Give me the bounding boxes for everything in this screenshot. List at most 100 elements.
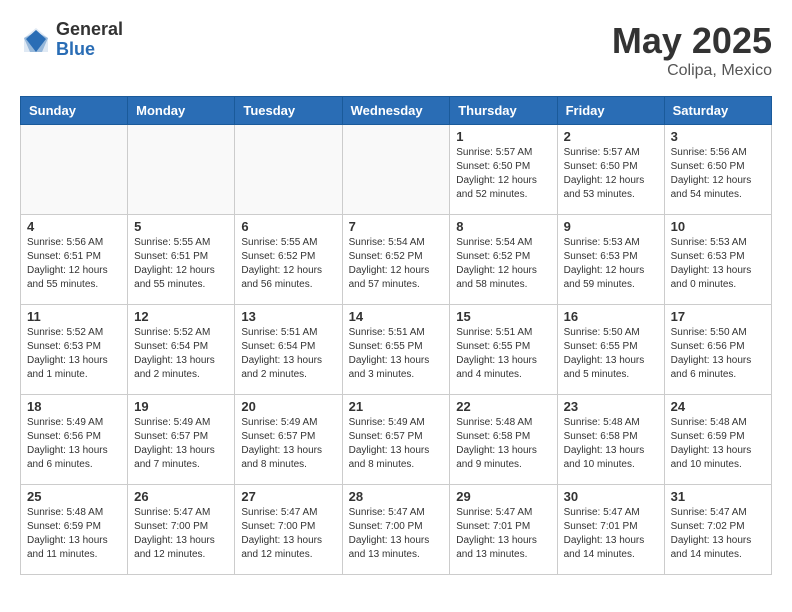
- calendar-week-2: 4 Sunrise: 5:56 AM Sunset: 6:51 PM Daylig…: [21, 215, 772, 305]
- day-number: 18: [27, 399, 121, 414]
- day-info: Sunrise: 5:52 AM Sunset: 6:54 PM Dayligh…: [134, 326, 228, 382]
- day-number: 17: [671, 309, 765, 324]
- calendar-day: 21Sunrise: 5:49 AM Sunset: 6:57 PM Dayli…: [342, 395, 450, 485]
- day-number: 2: [564, 129, 658, 144]
- day-number: 4: [27, 219, 121, 234]
- day-number: 20: [241, 399, 335, 414]
- day-info: Sunrise: 5:50 AM Sunset: 6:55 PM Dayligh…: [564, 326, 658, 382]
- day-info: Sunrise: 5:49 AM Sunset: 6:57 PM Dayligh…: [349, 416, 444, 472]
- calendar-day: 10 Sunrise: 5:53 AM Sunset: 6:53 PM Dayli…: [664, 215, 771, 305]
- day-info: Sunrise: 5:54 AM Sunset: 6:52 PM Dayligh…: [456, 236, 550, 292]
- day-number: 25: [27, 489, 121, 504]
- calendar-week-3: 11Sunrise: 5:52 AM Sunset: 6:53 PM Dayli…: [21, 305, 772, 395]
- day-info: Sunrise: 5:53 AM Sunset: 6:53 PM Dayligh…: [564, 236, 658, 292]
- day-info: Sunrise: 5:49 AM Sunset: 6:56 PM Dayligh…: [27, 416, 121, 472]
- calendar-day: 23Sunrise: 5:48 AM Sunset: 6:58 PM Dayli…: [557, 395, 664, 485]
- day-info: Sunrise: 5:57 AM Sunset: 6:50 PM Dayligh…: [456, 146, 550, 202]
- day-number: 11: [27, 309, 121, 324]
- day-info: Sunrise: 5:53 AM Sunset: 6:53 PM Dayligh…: [671, 236, 765, 292]
- day-info: Sunrise: 5:56 AM Sunset: 6:51 PM Dayligh…: [27, 236, 121, 292]
- calendar-day: 30Sunrise: 5:47 AM Sunset: 7:01 PM Dayli…: [557, 485, 664, 575]
- day-info: Sunrise: 5:55 AM Sunset: 6:52 PM Dayligh…: [241, 236, 335, 292]
- day-number: 22: [456, 399, 550, 414]
- calendar-day: 6 Sunrise: 5:55 AM Sunset: 6:52 PM Daylig…: [235, 215, 342, 305]
- day-info: Sunrise: 5:55 AM Sunset: 6:51 PM Dayligh…: [134, 236, 228, 292]
- weekday-header-thursday: Thursday: [450, 97, 557, 125]
- calendar-day: [235, 125, 342, 215]
- location-text: Colipa, Mexico: [612, 62, 772, 80]
- day-number: 13: [241, 309, 335, 324]
- calendar-day: [128, 125, 235, 215]
- calendar-day: 28 Sunrise: 5:47 AM Sunset: 7:00 PM Dayli…: [342, 485, 450, 575]
- calendar-day: 24 Sunrise: 5:48 AM Sunset: 6:59 PM Dayli…: [664, 395, 771, 485]
- calendar-week-4: 18 Sunrise: 5:49 AM Sunset: 6:56 PM Dayli…: [21, 395, 772, 485]
- day-number: 6: [241, 219, 335, 234]
- calendar-day: 15Sunrise: 5:51 AM Sunset: 6:55 PM Dayli…: [450, 305, 557, 395]
- calendar-day: 17 Sunrise: 5:50 AM Sunset: 6:56 PM Dayli…: [664, 305, 771, 395]
- day-info: Sunrise: 5:47 AM Sunset: 7:02 PM Dayligh…: [671, 506, 765, 562]
- calendar-day: 29 Sunrise: 5:47 AM Sunset: 7:01 PM Dayli…: [450, 485, 557, 575]
- calendar-day: [342, 125, 450, 215]
- day-number: 14: [349, 309, 444, 324]
- calendar-day: 11Sunrise: 5:52 AM Sunset: 6:53 PM Dayli…: [21, 305, 128, 395]
- day-number: 23: [564, 399, 658, 414]
- weekday-header-friday: Friday: [557, 97, 664, 125]
- day-info: Sunrise: 5:47 AM Sunset: 7:00 PM Dayligh…: [349, 506, 444, 562]
- day-number: 27: [241, 489, 335, 504]
- calendar-week-1: 1Sunrise: 5:57 AM Sunset: 6:50 PM Daylig…: [21, 125, 772, 215]
- weekday-header-wednesday: Wednesday: [342, 97, 450, 125]
- day-info: Sunrise: 5:47 AM Sunset: 7:00 PM Dayligh…: [241, 506, 335, 562]
- calendar-day: 26 Sunrise: 5:47 AM Sunset: 7:00 PM Dayli…: [128, 485, 235, 575]
- day-info: Sunrise: 5:47 AM Sunset: 7:01 PM Dayligh…: [456, 506, 550, 562]
- logo-icon: [20, 24, 52, 56]
- day-info: Sunrise: 5:54 AM Sunset: 6:52 PM Dayligh…: [349, 236, 444, 292]
- day-info: Sunrise: 5:48 AM Sunset: 6:58 PM Dayligh…: [456, 416, 550, 472]
- day-info: Sunrise: 5:57 AM Sunset: 6:50 PM Dayligh…: [564, 146, 658, 202]
- day-number: 3: [671, 129, 765, 144]
- day-info: Sunrise: 5:51 AM Sunset: 6:54 PM Dayligh…: [241, 326, 335, 382]
- day-number: 15: [456, 309, 550, 324]
- calendar-day: 9 Sunrise: 5:53 AM Sunset: 6:53 PM Daylig…: [557, 215, 664, 305]
- page-header: General Blue May 2025 Colipa, Mexico: [20, 20, 772, 80]
- calendar-day: 3 Sunrise: 5:56 AM Sunset: 6:50 PM Daylig…: [664, 125, 771, 215]
- calendar-day: 5Sunrise: 5:55 AM Sunset: 6:51 PM Daylig…: [128, 215, 235, 305]
- calendar-day: 22 Sunrise: 5:48 AM Sunset: 6:58 PM Dayli…: [450, 395, 557, 485]
- day-number: 30: [564, 489, 658, 504]
- day-number: 10: [671, 219, 765, 234]
- day-info: Sunrise: 5:48 AM Sunset: 6:59 PM Dayligh…: [671, 416, 765, 472]
- logo-text: General Blue: [56, 20, 123, 60]
- calendar-day: 8 Sunrise: 5:54 AM Sunset: 6:52 PM Daylig…: [450, 215, 557, 305]
- day-info: Sunrise: 5:48 AM Sunset: 6:59 PM Dayligh…: [27, 506, 121, 562]
- calendar-day: 16 Sunrise: 5:50 AM Sunset: 6:55 PM Dayli…: [557, 305, 664, 395]
- day-number: 16: [564, 309, 658, 324]
- weekday-header-row: SundayMondayTuesdayWednesdayThursdayFrid…: [21, 97, 772, 125]
- day-number: 29: [456, 489, 550, 504]
- logo-blue-text: Blue: [56, 40, 123, 60]
- day-number: 24: [671, 399, 765, 414]
- calendar-day: 18 Sunrise: 5:49 AM Sunset: 6:56 PM Dayli…: [21, 395, 128, 485]
- title-block: May 2025 Colipa, Mexico: [612, 20, 772, 80]
- day-number: 19: [134, 399, 228, 414]
- day-number: 26: [134, 489, 228, 504]
- day-info: Sunrise: 5:49 AM Sunset: 6:57 PM Dayligh…: [241, 416, 335, 472]
- day-number: 8: [456, 219, 550, 234]
- calendar-day: 19 Sunrise: 5:49 AM Sunset: 6:57 PM Dayli…: [128, 395, 235, 485]
- calendar-week-5: 25 Sunrise: 5:48 AM Sunset: 6:59 PM Dayli…: [21, 485, 772, 575]
- day-number: 31: [671, 489, 765, 504]
- day-info: Sunrise: 5:47 AM Sunset: 7:00 PM Dayligh…: [134, 506, 228, 562]
- weekday-header-tuesday: Tuesday: [235, 97, 342, 125]
- day-info: Sunrise: 5:49 AM Sunset: 6:57 PM Dayligh…: [134, 416, 228, 472]
- calendar-day: 4 Sunrise: 5:56 AM Sunset: 6:51 PM Daylig…: [21, 215, 128, 305]
- day-info: Sunrise: 5:50 AM Sunset: 6:56 PM Dayligh…: [671, 326, 765, 382]
- weekday-header-monday: Monday: [128, 97, 235, 125]
- logo-general-text: General: [56, 20, 123, 40]
- day-info: Sunrise: 5:56 AM Sunset: 6:50 PM Dayligh…: [671, 146, 765, 202]
- day-number: 7: [349, 219, 444, 234]
- calendar-day: 1Sunrise: 5:57 AM Sunset: 6:50 PM Daylig…: [450, 125, 557, 215]
- day-number: 28: [349, 489, 444, 504]
- calendar-day: 13 Sunrise: 5:51 AM Sunset: 6:54 PM Dayli…: [235, 305, 342, 395]
- calendar-day: 7 Sunrise: 5:54 AM Sunset: 6:52 PM Daylig…: [342, 215, 450, 305]
- day-number: 9: [564, 219, 658, 234]
- calendar-day: 25 Sunrise: 5:48 AM Sunset: 6:59 PM Dayli…: [21, 485, 128, 575]
- logo: General Blue: [20, 20, 123, 60]
